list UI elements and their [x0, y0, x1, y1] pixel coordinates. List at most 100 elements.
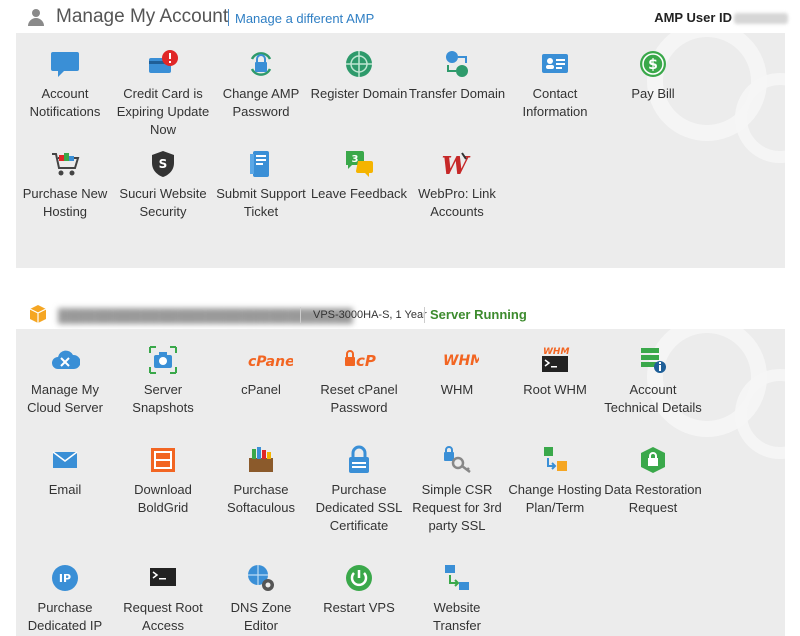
tile-label: Website Transfer — [433, 600, 481, 633]
tile-label: Server Snapshots — [132, 382, 194, 415]
speech-bubble-icon — [51, 52, 79, 77]
tile-credit-card-expiring[interactable]: Credit Card is Expiring Update Now — [114, 49, 212, 139]
tile-label: Download BoldGrid — [134, 482, 192, 515]
tile-label: Sucuri Website Security — [119, 186, 207, 219]
tile-label: Account Technical Details — [604, 382, 702, 415]
tile-label: Account Notifications — [29, 86, 101, 119]
tile-email[interactable]: Email — [16, 445, 114, 499]
account-header: Manage My Account Manage a different AMP… — [0, 0, 800, 34]
tile-account-notifications[interactable]: Account Notifications — [16, 49, 114, 121]
tile-dns-zone-editor[interactable]: DNS Zone Editor — [212, 563, 310, 635]
shield-icon: S — [152, 151, 174, 177]
tile-pay-bill[interactable]: $ Pay Bill — [604, 49, 702, 103]
website-transfer-icon — [445, 565, 469, 590]
svg-text:cPanel: cPanel — [248, 354, 293, 370]
shopping-cart-icon — [52, 153, 80, 176]
tile-purchase-softaculous[interactable]: Purchase Softaculous — [212, 445, 310, 517]
amp-user-label: AMP User ID — [654, 10, 732, 25]
tile-root-whm[interactable]: WHM Root WHM — [506, 345, 604, 399]
title-divider — [228, 9, 229, 26]
tile-webpro-link-accounts[interactable]: W WebPro: Link Accounts — [408, 149, 506, 221]
dns-gear-icon — [248, 565, 274, 591]
tile-label: WebPro: Link Accounts — [418, 186, 496, 219]
tile-request-root-access[interactable]: Request Root Access — [114, 563, 212, 635]
tile-reset-cpanel-password[interactable]: cP Reset cPanel Password — [310, 345, 408, 417]
change-plan-icon — [544, 447, 567, 471]
tile-register-domain[interactable]: Register Domain — [310, 49, 408, 103]
amp-user-id-redacted — [734, 13, 788, 25]
page-title: Manage My Account — [56, 6, 229, 27]
tile-label: Change Hosting Plan/Term — [508, 482, 602, 515]
tile-label: DNS Zone Editor — [230, 600, 292, 633]
tile-label: Register Domain — [310, 86, 408, 101]
tile-change-hosting-plan[interactable]: Change Hosting Plan/Term — [506, 445, 604, 517]
tile-label: Manage My Cloud Server — [27, 382, 103, 415]
tile-restart-vps[interactable]: Restart VPS — [310, 563, 408, 617]
svg-text:WHM: WHM — [543, 347, 569, 357]
server-tools-panel: Manage My Cloud Server Server Snapshots … — [16, 329, 785, 636]
amp-user-id: AMP User ID — [654, 10, 788, 25]
key-icon — [444, 446, 471, 473]
tile-data-restoration[interactable]: Data Restoration Request — [604, 445, 702, 517]
tile-whm[interactable]: WHM WHM — [408, 345, 506, 399]
tile-label: Purchase Dedicated IP — [27, 600, 103, 633]
tile-label: Simple CSR Request for 3rd party SSL — [412, 482, 502, 533]
tile-label: WHM — [440, 382, 474, 397]
tile-account-technical-details[interactable]: Account Technical Details — [604, 345, 702, 417]
svg-text:IP: IP — [59, 572, 71, 585]
cloud-tools-icon — [52, 350, 80, 369]
svg-text:$: $ — [648, 57, 658, 73]
data-restore-icon — [641, 447, 665, 473]
camera-icon — [149, 346, 177, 374]
tile-change-amp-password[interactable]: Change AMP Password — [212, 49, 310, 121]
ip-icon: IP — [52, 565, 78, 591]
transfer-globe-icon — [446, 51, 468, 77]
tile-transfer-domain[interactable]: Transfer Domain — [408, 49, 506, 103]
tile-label: Purchase New Hosting — [22, 186, 108, 219]
tile-submit-support-ticket[interactable]: Submit Support Ticket — [212, 149, 310, 221]
tile-server-snapshots[interactable]: Server Snapshots — [114, 345, 212, 417]
tile-simple-csr-request[interactable]: Simple CSR Request for 3rd party SSL — [408, 445, 506, 535]
tile-cpanel[interactable]: cPanel cPanel — [212, 345, 310, 399]
tile-purchase-new-hosting[interactable]: Purchase New Hosting — [16, 149, 114, 221]
tile-label: Pay Bill — [631, 86, 675, 101]
contact-card-icon — [542, 54, 568, 73]
tile-label: Transfer Domain — [408, 86, 506, 101]
tile-label: Leave Feedback — [310, 186, 408, 201]
tile-label: Root WHM — [523, 382, 587, 397]
terminal-icon — [150, 568, 176, 586]
tile-label: Contact Information — [522, 86, 588, 119]
root-whm-icon: WHM — [542, 347, 569, 372]
tile-sucuri-security[interactable]: S Sucuri Website Security — [114, 149, 212, 221]
svg-text:WHM: WHM — [443, 353, 479, 369]
ssl-lock-icon — [349, 445, 369, 473]
tile-leave-feedback[interactable]: 3 Leave Feedback — [310, 149, 408, 203]
boldgrid-icon — [151, 448, 175, 472]
tile-label: Email — [48, 482, 82, 497]
account-tools-panel: Account Notifications Credit Card is Exp… — [16, 33, 785, 268]
tile-download-boldgrid[interactable]: Download BoldGrid — [114, 445, 212, 517]
manage-different-amp-link[interactable]: Manage a different AMP — [235, 11, 374, 26]
tile-label: Purchase Softaculous — [227, 482, 295, 515]
server-plan: VPS-3000HA-S, 1 Year — [313, 309, 427, 321]
tile-label: Data Restoration Request — [604, 482, 702, 515]
tile-purchase-dedicated-ssl[interactable]: Purchase Dedicated SSL Certificate — [310, 445, 408, 535]
lock-refresh-icon — [250, 52, 272, 76]
globe-icon — [346, 51, 372, 77]
dollar-icon: $ — [640, 51, 666, 77]
whm-icon: WHM — [443, 353, 479, 369]
tile-label: Submit Support Ticket — [216, 186, 306, 219]
softaculous-icon — [249, 447, 273, 472]
server-status: Server Running — [430, 307, 527, 322]
tile-website-transfer[interactable]: Website Transfer — [408, 563, 506, 635]
cpanel-lock-icon: cP — [345, 350, 376, 370]
tile-label: Purchase Dedicated SSL Certificate — [315, 482, 403, 533]
tile-contact-information[interactable]: Contact Information — [506, 49, 604, 121]
tile-manage-cloud-server[interactable]: Manage My Cloud Server — [16, 345, 114, 417]
tile-label: Request Root Access — [123, 600, 203, 633]
webpro-icon: W — [442, 151, 471, 179]
cpanel-icon: cPanel — [248, 354, 293, 370]
tile-purchase-dedicated-ip[interactable]: IP Purchase Dedicated IP — [16, 563, 114, 635]
svg-text:3: 3 — [352, 154, 359, 165]
envelope-icon — [52, 451, 78, 468]
